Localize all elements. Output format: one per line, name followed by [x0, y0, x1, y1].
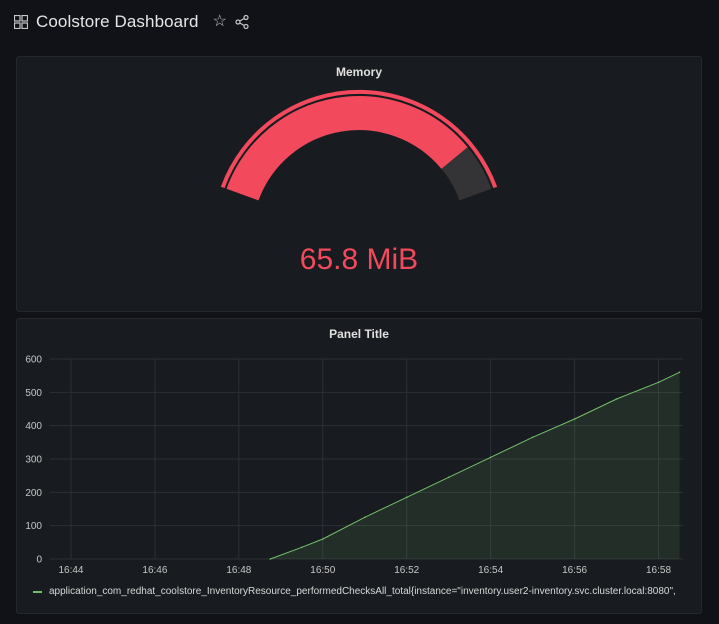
legend-label: application_com_redhat_coolstore_Invento… — [49, 586, 676, 597]
series-point — [573, 418, 576, 420]
series-point — [531, 436, 534, 439]
x-tick-label: 16:48 — [226, 565, 251, 576]
series-area — [270, 372, 680, 559]
y-tick-label: 400 — [25, 421, 42, 432]
series-point — [405, 496, 408, 499]
memory-panel-title[interactable]: Memory — [17, 65, 701, 79]
star-icon[interactable]: ☆ — [213, 14, 227, 30]
dashboard-title[interactable]: Coolstore Dashboard — [36, 12, 199, 32]
memory-panel[interactable]: Memory 65.8 MiB — [16, 56, 702, 312]
time-series-chart: 0 100 200 300 400 500 600 16:44 16:46 16:48 16:50 1… — [25, 355, 683, 576]
y-tick-label: 500 — [25, 388, 42, 399]
x-tick-label: 16:52 — [394, 565, 419, 576]
series-point — [678, 371, 681, 374]
memory-gauge: 65.8 MiB — [220, 89, 498, 276]
series-point — [489, 456, 492, 459]
dashboard-grid-icon[interactable] — [14, 15, 28, 29]
series-point — [615, 398, 618, 400]
x-tick-label: 16:54 — [478, 565, 503, 576]
x-tick-label: 16:46 — [142, 565, 167, 576]
series-point — [301, 546, 303, 549]
y-tick-label: 300 — [25, 455, 42, 466]
graph-panel[interactable]: Panel Title 0 100 200 300 400 500 600 16:44 16:4… — [16, 318, 702, 614]
series-point — [447, 476, 450, 479]
y-tick-label: 100 — [25, 521, 42, 532]
legend-item[interactable]: application_com_redhat_coolstore_Invento… — [33, 586, 676, 597]
x-tick-label: 16:56 — [562, 565, 587, 576]
graph-panel-title[interactable]: Panel Title — [17, 327, 701, 341]
gauge-value-arc — [226, 96, 468, 201]
series-point — [322, 538, 324, 540]
x-tick-label: 16:44 — [58, 565, 83, 576]
share-icon[interactable] — [235, 15, 249, 29]
series-point — [657, 381, 660, 384]
y-tick-label: 200 — [25, 488, 42, 499]
gauge-value-text: 65.8 MiB — [300, 243, 418, 276]
y-tick-label: 0 — [36, 555, 42, 566]
dashboard-header: Coolstore Dashboard ☆ — [0, 0, 719, 44]
y-tick-label: 600 — [25, 355, 42, 366]
x-tick-label: 16:58 — [646, 565, 671, 576]
series-point — [269, 558, 272, 560]
x-tick-label: 16:50 — [310, 565, 335, 576]
legend-swatch — [33, 590, 42, 593]
chart-series — [269, 371, 681, 560]
series-point — [364, 516, 366, 519]
